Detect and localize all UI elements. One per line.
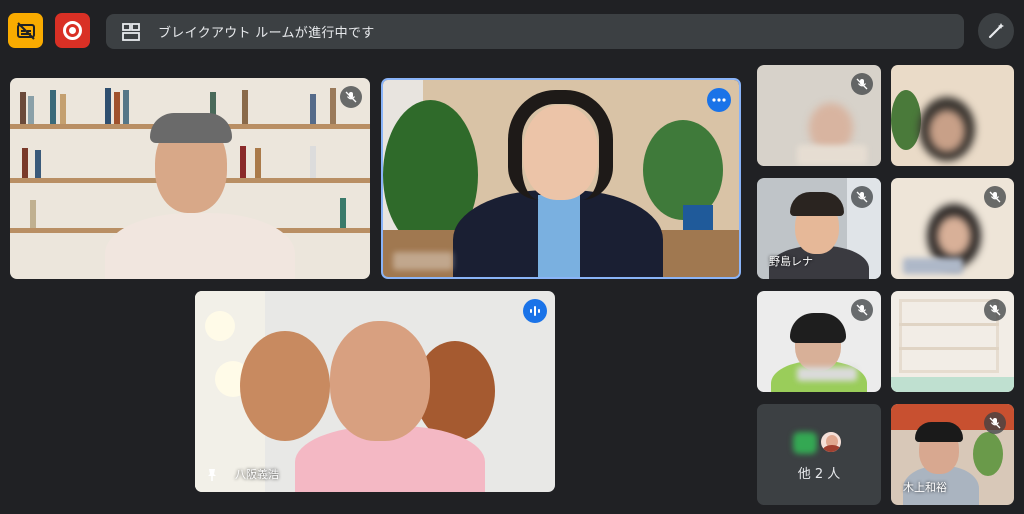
mic-off-icon [989,191,1001,203]
participant-avatar [793,432,817,454]
mic-off-indicator [851,299,873,321]
more-options-button[interactable] [707,88,731,112]
participant-tile-small[interactable] [757,291,881,392]
participant-tile-small[interactable] [891,291,1014,392]
effects-button[interactable] [978,13,1014,49]
mic-off-icon [989,304,1001,316]
participant-name: 木上和裕 [903,481,947,494]
participant-tile-highlighted[interactable] [381,78,741,279]
captions-button[interactable] [8,13,43,48]
record-icon [63,21,82,40]
mic-off-icon [856,78,868,90]
participant-tile-small[interactable]: 野島レナ [757,178,881,279]
mic-off-indicator [340,86,362,108]
participant-tile-small[interactable]: 木上和裕 [891,404,1014,505]
mic-off-indicator [851,186,873,208]
participant-tile-small[interactable] [891,178,1014,279]
breakout-banner[interactable]: ブレイクアウト ルームが進行中です [106,14,964,49]
participant-name: 八阪義浩 [235,468,279,481]
participant-tile-small[interactable] [891,65,1014,166]
mic-off-indicator [851,73,873,95]
mic-off-icon [856,191,868,203]
participant-name: 野島レナ [769,255,813,268]
breakout-banner-text: ブレイクアウト ルームが進行中です [158,26,375,41]
more-participants-label: 他 2 人 [797,467,841,482]
mic-off-icon [989,417,1001,429]
mic-off-indicator [984,186,1006,208]
more-horiz-icon [712,98,726,102]
breakout-rooms-icon [122,22,140,41]
pin-icon [208,469,216,481]
mic-off-icon [856,304,868,316]
participant-tile-speaking[interactable]: 八阪義浩 [195,291,555,492]
captions-off-icon [16,21,35,40]
recording-button[interactable] [55,13,90,48]
mic-off-indicator [984,412,1006,434]
mic-off-indicator [984,299,1006,321]
mic-off-icon [345,91,357,103]
participant-tile[interactable] [10,78,370,279]
more-participants-tile[interactable]: 他 2 人 [757,404,881,505]
participant-tile-small[interactable] [757,65,881,166]
speaking-indicator [523,299,547,323]
magic-pen-icon [988,23,1004,39]
participant-avatar [819,430,843,454]
audio-level-icon [530,306,540,316]
